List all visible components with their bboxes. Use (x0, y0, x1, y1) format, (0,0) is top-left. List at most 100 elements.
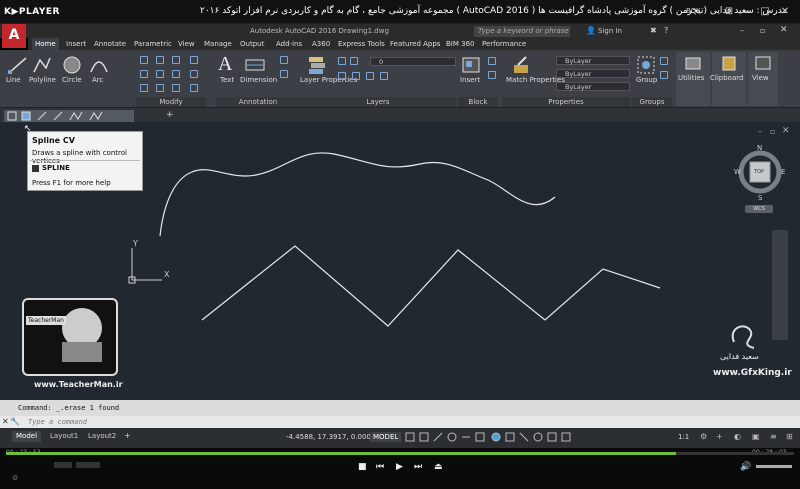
offset-icon[interactable] (190, 84, 198, 92)
app-close-icon[interactable]: ✕ (780, 25, 788, 35)
layer-tool-2-icon[interactable] (352, 72, 360, 80)
help-icon[interactable]: ? (664, 26, 668, 35)
sun-icon[interactable] (350, 57, 358, 65)
copy-icon[interactable] (140, 70, 148, 78)
viewcube-west[interactable]: W (734, 168, 741, 176)
tab-insert[interactable]: Insert (66, 38, 86, 50)
minimize-icon[interactable]: – (740, 6, 754, 18)
trim-icon[interactable] (172, 56, 180, 64)
color-dropdown[interactable]: ByLayer (556, 56, 630, 65)
panel-title-groups[interactable]: Groups (632, 97, 672, 107)
panel-title-layers[interactable]: Layers (300, 97, 456, 107)
command-close-icon[interactable]: ✕ (2, 417, 9, 426)
volume-slider[interactable] (756, 465, 792, 468)
command-input[interactable]: Type a command (28, 418, 87, 426)
fillet-icon[interactable] (172, 70, 180, 78)
leader-icon[interactable] (280, 56, 288, 64)
settings-icon[interactable]: ⚙ (12, 474, 18, 482)
customization-icon[interactable]: ≡ (770, 432, 777, 441)
layer-tool-3-icon[interactable] (366, 72, 374, 80)
player-mode-b[interactable] (76, 462, 100, 468)
search-input[interactable]: Type a keyword or phrase (474, 26, 570, 37)
lineweight-dropdown[interactable]: ByLayer (556, 82, 630, 91)
layer-tool-icon[interactable] (338, 72, 346, 80)
create-block-icon[interactable] (488, 57, 496, 65)
previous-icon[interactable]: ⏮ (376, 462, 384, 472)
stop-icon[interactable]: ■ (358, 462, 367, 472)
close-icon[interactable]: ✕ (778, 6, 792, 18)
player-box-badge[interactable]: BOX (686, 7, 701, 15)
scale-icon[interactable] (156, 84, 164, 92)
panel-title-annotation[interactable]: Annotation (216, 97, 300, 107)
pin-icon[interactable]: ⊟ (722, 6, 736, 18)
viewcube-south[interactable]: S (758, 194, 762, 202)
next-icon[interactable]: ⏭ (414, 462, 422, 472)
tab-bim-360[interactable]: BIM 360 (446, 38, 475, 50)
viewcube-north[interactable]: N (757, 144, 762, 152)
group-edit-icon[interactable] (660, 71, 668, 79)
tab-parametric[interactable]: Parametric (134, 38, 172, 50)
tab-manage[interactable]: Manage (204, 38, 232, 50)
erase-icon[interactable] (190, 56, 198, 64)
tab-annotate[interactable]: Annotate (94, 38, 126, 50)
viewport-restore-icon[interactable]: ▫ (770, 127, 775, 136)
mirror-icon[interactable] (156, 70, 164, 78)
panel-title-block[interactable]: Block (458, 97, 498, 107)
move-icon[interactable] (140, 56, 148, 64)
array-icon[interactable] (172, 84, 180, 92)
annotation-scale[interactable]: 1:1 (678, 433, 689, 441)
group-icon[interactable] (636, 55, 656, 75)
clean-screen-icon[interactable]: ▣ (752, 432, 760, 441)
draw-extra-tools[interactable] (6, 111, 132, 121)
arc-icon[interactable] (89, 56, 109, 74)
command-line[interactable]: ✕ 🔧 Type a command (0, 416, 800, 428)
layer-properties-icon[interactable] (306, 55, 328, 75)
application-menu-button[interactable]: A (2, 24, 26, 48)
polyline-icon[interactable] (32, 56, 52, 74)
volume-icon[interactable]: 🔊 (740, 462, 751, 472)
layout-tab-model[interactable]: Model (12, 431, 42, 442)
insert-icon[interactable] (461, 56, 481, 74)
wcs-menu[interactable]: WCS (745, 205, 773, 213)
add-layout-icon[interactable]: + (124, 431, 131, 440)
coordinates-readout[interactable]: -4.4588, 17.3917, 0.0000 (286, 433, 375, 441)
linetype-dropdown[interactable]: ByLayer (556, 69, 630, 78)
stretch-icon[interactable] (140, 84, 148, 92)
line-icon[interactable] (8, 56, 28, 74)
layer-dropdown[interactable]: 0 (370, 57, 456, 66)
circle-icon[interactable] (62, 55, 82, 75)
app-minimize-icon[interactable]: – (740, 26, 744, 35)
new-tab-icon[interactable]: + (166, 110, 174, 120)
exchange-icon[interactable]: ✖ (650, 26, 657, 35)
layout-tab-layout2[interactable]: Layout2 (84, 431, 120, 442)
tab-a360[interactable]: A360 (312, 38, 330, 50)
tab-view[interactable]: View (178, 38, 195, 50)
status-toggle-icons[interactable] (404, 432, 664, 443)
text-icon[interactable]: A (218, 53, 232, 76)
lightbulb-icon[interactable] (338, 57, 346, 65)
navigation-bar[interactable] (772, 230, 788, 340)
viewport-close-icon[interactable]: ✕ (782, 126, 790, 136)
user-icon[interactable]: 👤 (586, 26, 596, 35)
viewcube-east[interactable]: E (781, 168, 785, 176)
tab-featured-apps[interactable]: Featured Apps (390, 38, 440, 50)
dimension-icon[interactable] (244, 56, 266, 74)
viewport-minimize-icon[interactable]: – (758, 127, 762, 136)
tab-performance[interactable]: Performance (482, 38, 526, 50)
layer-tool-4-icon[interactable] (380, 72, 388, 80)
panel-title-properties[interactable]: Properties (502, 97, 630, 107)
isolate-objects-icon[interactable]: ◐ (734, 432, 741, 441)
layout-tab-layout1[interactable]: Layout1 (46, 431, 82, 442)
match-properties-icon[interactable] (512, 55, 532, 75)
edit-block-icon[interactable] (488, 71, 496, 79)
sign-in-link[interactable]: Sign In (598, 26, 622, 37)
table-icon[interactable] (280, 70, 288, 78)
command-customize-icon[interactable]: 🔧 (10, 417, 20, 426)
viewcube-top[interactable]: TOP (754, 169, 764, 175)
workspace-gear-icon[interactable]: ⚙ (700, 432, 707, 441)
tab-add-ins[interactable]: Add-ins (276, 38, 302, 50)
fullscreen-icon[interactable]: ⊞ (786, 432, 793, 441)
player-mode-a[interactable] (54, 462, 72, 468)
tab-output[interactable]: Output (240, 38, 264, 50)
eject-icon[interactable]: ⏏ (434, 462, 443, 472)
